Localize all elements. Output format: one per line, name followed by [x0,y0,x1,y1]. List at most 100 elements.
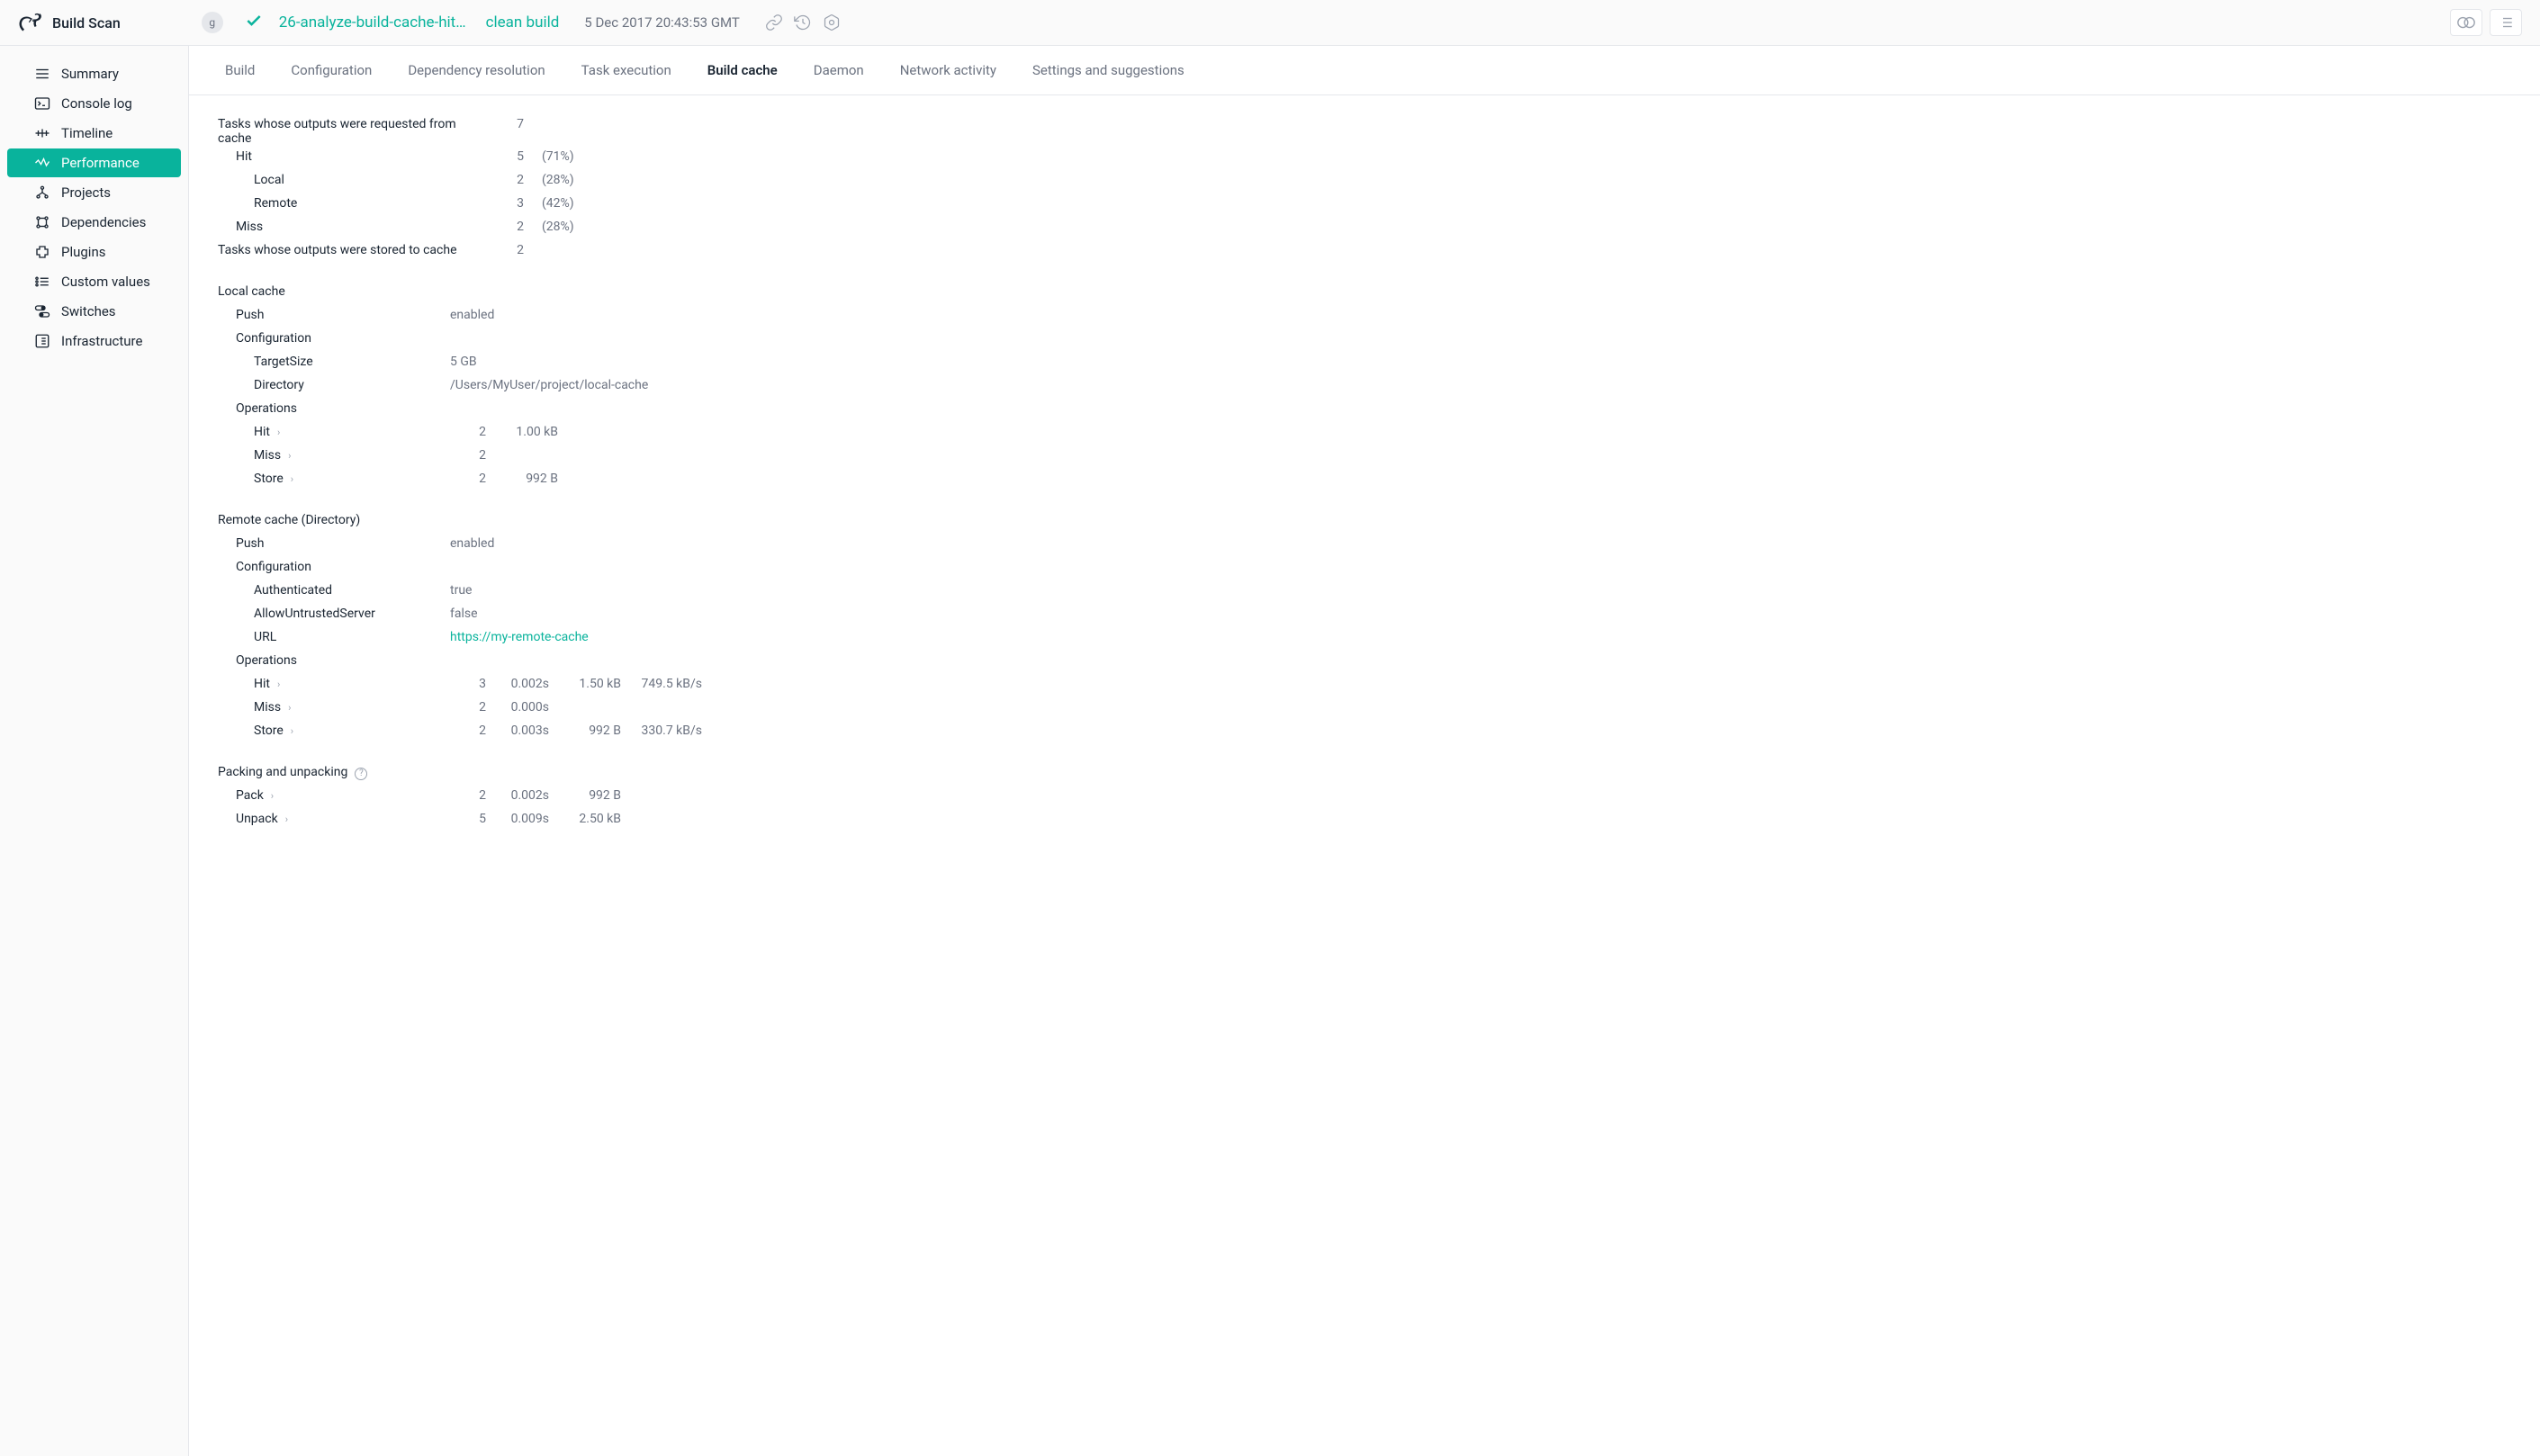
timeline-icon [34,125,50,141]
sidebar-item-timeline[interactable]: Timeline [7,119,181,148]
stored-label: Tasks whose outputs were stored to cache [218,243,488,257]
sidebar-item-projects[interactable]: Projects [7,178,181,207]
tab-network-activity[interactable]: Network activity [882,46,1014,94]
chevron-right-icon: › [291,725,293,737]
user-badge[interactable]: g [202,12,223,33]
local-cache-title: Local cache [218,284,450,299]
url-value[interactable]: https://my-remote-cache [450,630,589,644]
project-name[interactable]: 26-analyze-build-cache-hit… [279,13,466,31]
sidebar-item-plugins[interactable]: Plugins [7,238,181,266]
url-label: URL [218,630,450,644]
help-icon[interactable]: ? [355,768,367,780]
remote-store-size: 992 B [549,724,621,738]
remote-hit-row[interactable]: Hit›30.002s1.50 kB749.5 kB/s [218,677,2511,697]
remote-hit-label: Hit [254,677,270,691]
sidebar-item-label: Switches [61,303,116,319]
sidebar-item-label: Plugins [61,244,105,260]
sidebar: Summary Console log Timeline Performance… [0,46,189,1456]
stored-count: 2 [488,243,524,257]
compare-button[interactable] [2450,9,2482,36]
untrusted-value: false [450,607,478,621]
local-miss-row[interactable]: Miss›2 [218,448,2511,468]
console-icon [34,95,50,112]
remote-cache-title: Remote cache (Directory) [218,513,450,527]
plugins-icon [34,244,50,260]
remote-hit-count: 3 [450,677,486,691]
tabs: Build Configuration Dependency resolutio… [189,46,2540,95]
local-push-label: Push [218,308,450,322]
sidebar-item-custom-values[interactable]: Custom values [7,267,181,296]
tab-task-execution[interactable]: Task execution [563,46,689,94]
remote-store-row[interactable]: Store›20.003s992 B330.7 kB/s [218,724,2511,743]
directory-label: Directory [218,378,450,392]
remote-ops-label: Operations [218,653,450,668]
custom-values-icon [34,274,50,290]
chevron-right-icon: › [277,679,280,690]
local-store-row[interactable]: Store›2992 B [218,472,2511,491]
tab-configuration[interactable]: Configuration [273,46,390,94]
miss-label: Miss [218,220,488,234]
sidebar-item-label: Custom values [61,274,150,290]
sidebar-item-performance[interactable]: Performance [7,148,181,177]
remote-store-rate: 330.7 kB/s [621,724,702,738]
target-size-value: 5 GB [450,355,477,369]
app-title: Build Scan [52,14,121,31]
local-count: 2 [488,173,524,187]
history-icon[interactable] [794,13,812,31]
build-subtitle[interactable]: clean build [486,13,560,31]
main-content: Build Configuration Dependency resolutio… [189,46,2540,1456]
hit-pct: (71%) [542,149,574,164]
directory-value: /Users/MyUser/project/local-cache [450,378,648,392]
sidebar-item-label: Performance [61,155,140,171]
tab-daemon[interactable]: Daemon [796,46,882,94]
miss-count: 2 [488,220,524,234]
local-hit-label: Hit [254,425,270,439]
remote-config-label: Configuration [218,560,450,574]
remote-miss-row[interactable]: Miss›20.000s [218,700,2511,720]
unpack-time: 0.009s [486,812,549,826]
tab-dependency-resolution[interactable]: Dependency resolution [390,46,563,94]
local-hit-count: 2 [450,425,486,439]
link-icon[interactable] [765,13,783,31]
remote-miss-label: Miss [254,700,281,715]
local-label: Local [218,173,488,187]
local-store-count: 2 [450,472,486,486]
tab-settings[interactable]: Settings and suggestions [1014,46,1202,94]
auth-label: Authenticated [218,583,450,598]
unpack-row[interactable]: Unpack›50.009s2.50 kB [218,812,2511,831]
pack-size: 992 B [549,788,621,803]
target-size-label: TargetSize [218,355,450,369]
sidebar-item-switches[interactable]: Switches [7,297,181,326]
sidebar-item-dependencies[interactable]: Dependencies [7,208,181,237]
local-hit-row[interactable]: Hit›21.00 kB [218,425,2511,445]
chevron-right-icon: › [291,473,293,485]
unpack-count: 5 [450,812,486,826]
hexagon-icon[interactable] [823,13,841,31]
sidebar-item-label: Console log [61,95,132,112]
tab-build-cache[interactable]: Build cache [689,46,796,94]
local-store-label: Store [254,472,284,486]
switches-icon [34,303,50,319]
sidebar-item-infrastructure[interactable]: Infrastructure [7,327,181,355]
sidebar-item-summary[interactable]: Summary [7,59,181,88]
remote-push-label: Push [218,536,450,551]
local-miss-count: 2 [450,448,486,463]
list-button[interactable] [2490,9,2522,36]
remote-hit-rate: 749.5 kB/s [621,677,702,691]
build-timestamp: 5 Dec 2017 20:43:53 GMT [584,14,740,31]
sidebar-item-console[interactable]: Console log [7,89,181,118]
sidebar-item-label: Timeline [61,125,113,141]
pack-time: 0.002s [486,788,549,803]
remote-count: 3 [488,196,524,211]
local-push-value: enabled [450,308,494,322]
projects-icon [34,184,50,201]
sidebar-item-label: Projects [61,184,111,201]
tab-build[interactable]: Build [207,46,273,94]
remote-label: Remote [218,196,488,211]
unpack-label: Unpack [236,812,278,826]
infrastructure-icon [34,333,50,349]
summary-icon [34,66,50,82]
remote-store-count: 2 [450,724,486,738]
pack-row[interactable]: Pack›20.002s992 B [218,788,2511,808]
local-pct: (28%) [542,173,574,187]
